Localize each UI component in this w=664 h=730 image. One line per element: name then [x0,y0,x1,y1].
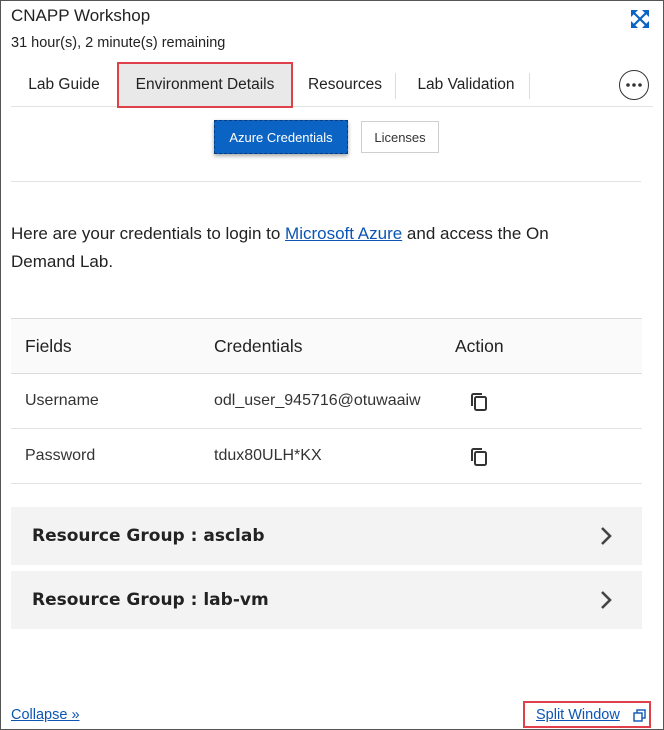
intro-text-before: Here are your credentials to login to [11,224,286,243]
username-value: odl_user_945716@otuwaaiw [214,392,421,409]
page-title: CNAPP Workshop [11,6,151,25]
tab-lab-guide[interactable]: Lab Guide [17,63,111,107]
tab-environment-details[interactable]: Environment Details [117,62,293,108]
microsoft-azure-link[interactable]: Microsoft Azure [285,224,402,243]
table-header-row: Fields Credentials Action [11,318,642,374]
section-divider [11,181,641,182]
time-remaining: 31 hour(s), 2 minute(s) remaining [11,35,226,51]
copy-icon[interactable] [468,446,490,468]
resource-group-label: Resource Group : lab-vm [32,590,269,610]
lab-panel: CNAPP Workshop 31 hour(s), 2 minute(s) r… [0,0,664,730]
credentials-table: Fields Credentials Action Username odl_u… [11,318,642,484]
expand-arrows-icon[interactable] [630,9,650,29]
licenses-button[interactable]: Licenses [361,121,439,153]
resource-group-lab-vm[interactable]: Resource Group : lab-vm [11,571,642,629]
column-header-action: Action [455,335,504,356]
intro-text: Here are your credentials to login to Mi… [11,220,611,276]
field-username: Username [25,392,99,409]
password-value: tdux80ULH*KX [214,447,322,464]
collapse-link[interactable]: Collapse » [11,707,80,723]
table-row: Username odl_user_945716@otuwaaiw [11,374,642,429]
column-header-fields: Fields [25,335,72,356]
tab-separator [395,73,396,99]
tab-resources[interactable]: Resources [299,63,391,107]
azure-credentials-button[interactable]: Azure Credentials [214,120,348,154]
split-window-icon[interactable] [633,709,646,722]
copy-icon[interactable] [468,391,490,413]
resource-group-asclab[interactable]: Resource Group : asclab [11,507,642,565]
tab-lab-validation[interactable]: Lab Validation [403,63,529,107]
ellipsis-icon [626,83,642,87]
more-options-button[interactable] [619,70,649,100]
field-password: Password [25,447,96,464]
credential-subtabs: Azure Credentials Licenses [1,120,664,156]
chevron-right-icon [601,591,612,609]
chevron-right-icon [601,527,612,545]
tab-separator [529,73,530,99]
resource-group-label: Resource Group : asclab [32,526,265,546]
split-window-link[interactable]: Split Window [536,707,620,723]
table-row: Password tdux80ULH*KX [11,429,642,484]
column-header-credentials: Credentials [214,335,303,356]
tab-bar: Lab Guide Environment Details Resources … [11,62,653,108]
